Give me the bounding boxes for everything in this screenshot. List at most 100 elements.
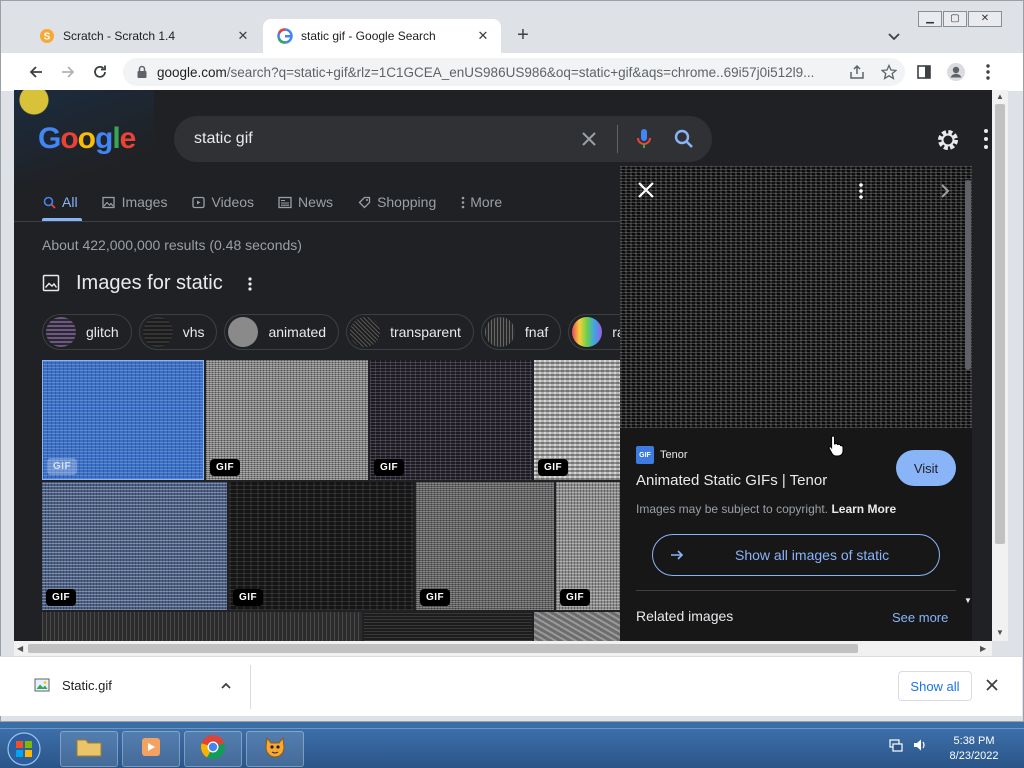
tab-more[interactable]: More — [460, 190, 502, 214]
lock-icon[interactable] — [135, 65, 149, 79]
page-viewport: Google static gif All Images Videos News… — [14, 90, 992, 641]
apps-menu-icon[interactable] — [982, 128, 990, 150]
download-item[interactable]: Static.gif — [34, 677, 112, 693]
bookmark-star-icon[interactable] — [879, 62, 899, 82]
show-all-images-button[interactable]: Show all images of static — [652, 534, 940, 576]
chip-thumbnail — [228, 317, 259, 347]
tab-label: News — [298, 194, 334, 210]
more-vert-icon[interactable] — [247, 276, 253, 292]
new-tab-button[interactable]: + — [512, 25, 534, 47]
chrome-icon — [199, 733, 227, 766]
image-result[interactable]: GIF — [416, 482, 554, 610]
back-arrow-icon[interactable] — [25, 61, 47, 83]
search-icon[interactable] — [672, 127, 696, 151]
url-text[interactable]: google.com/search?q=static+gif&rlz=1C1GC… — [157, 65, 841, 80]
chip-transparent[interactable]: transparent — [346, 314, 474, 350]
chip-glitch[interactable]: glitch — [42, 314, 132, 350]
tab-google-search[interactable]: static gif - Google Search ✕ — [263, 19, 501, 53]
horizontal-scrollbar[interactable]: ◀ ▶ — [14, 641, 992, 656]
share-icon[interactable] — [847, 62, 867, 82]
maximize-icon[interactable]: ▢ — [943, 11, 967, 27]
more-vert-icon[interactable] — [858, 182, 864, 200]
visit-button[interactable]: Visit — [896, 450, 956, 486]
image-result[interactable] — [364, 612, 532, 641]
tab-label: More — [470, 194, 503, 210]
image-result[interactable]: GIF — [206, 360, 368, 480]
profile-avatar-icon[interactable] — [945, 61, 967, 83]
image-result[interactable]: GIF — [556, 482, 620, 610]
google-doodle-logo[interactable]: Google — [38, 122, 136, 156]
image-icon — [102, 195, 116, 209]
images-heading[interactable]: Images for static — [76, 272, 223, 295]
chip-animated[interactable]: animated — [224, 314, 340, 350]
chip-thumbnail — [142, 317, 173, 347]
chip-label: fnaf — [524, 324, 549, 340]
panel-scrollbar-thumb[interactable] — [965, 180, 971, 370]
panel-scrollbar[interactable]: ▼ — [964, 166, 972, 641]
scroll-right-arrow-icon[interactable]: ▶ — [980, 644, 986, 653]
settings-gear-icon[interactable] — [936, 128, 960, 152]
scroll-down-arrow-icon[interactable]: ▼ — [964, 596, 972, 605]
image-result[interactable] — [42, 612, 362, 641]
tab-close-icon[interactable]: ✕ — [475, 28, 491, 44]
network-icon[interactable] — [888, 737, 904, 758]
forward-arrow-icon[interactable] — [57, 61, 79, 83]
side-panel-icon[interactable] — [913, 61, 935, 83]
chevron-up-icon[interactable] — [219, 679, 233, 693]
image-result[interactable]: GIF — [42, 360, 204, 480]
gif-badge: GIF — [374, 459, 405, 476]
image-result[interactable]: GIF — [534, 360, 620, 480]
media-player-taskbar-button[interactable] — [122, 731, 180, 767]
preview-title[interactable]: Animated Static GIFs | Tenor — [636, 472, 827, 489]
image-result[interactable]: GIF — [229, 482, 414, 610]
search-icon — [42, 195, 56, 209]
preview-image[interactable] — [620, 166, 972, 428]
chip-vhs[interactable]: vhs — [138, 314, 218, 350]
volume-icon[interactable] — [912, 737, 928, 758]
address-bar[interactable]: google.com/search?q=static+gif&rlz=1C1GC… — [123, 58, 905, 86]
chevron-right-icon[interactable] — [938, 182, 952, 200]
horizontal-scrollbar-thumb[interactable] — [28, 644, 858, 653]
source-site[interactable]: GIF Tenor — [636, 446, 688, 464]
search-input[interactable]: static gif — [194, 130, 577, 148]
scratch-taskbar-button[interactable] — [246, 731, 304, 767]
logo-letter: G — [38, 122, 61, 155]
minimize-icon[interactable]: ▁ — [918, 11, 942, 27]
tab-scratch[interactable]: S Scratch - Scratch 1.4 ✕ — [25, 19, 261, 53]
chip-thumbnail — [350, 317, 381, 347]
show-all-downloads-button[interactable]: Show all — [898, 671, 972, 701]
vertical-scrollbar-thumb[interactable] — [995, 104, 1005, 544]
chip-thumbnail — [484, 317, 515, 347]
close-icon[interactable] — [636, 180, 656, 200]
close-icon[interactable]: ✕ — [968, 11, 1002, 27]
vertical-scrollbar[interactable]: ▲ ▼ — [992, 90, 1008, 641]
tab-label: All — [62, 194, 78, 210]
tab-all[interactable]: All — [42, 190, 78, 214]
gif-badge: GIF — [47, 458, 78, 475]
image-result[interactable]: GIF — [42, 482, 227, 610]
tab-search-chevron-icon[interactable] — [885, 27, 903, 45]
see-more-link[interactable]: See more — [892, 610, 948, 625]
taskbar-clock[interactable]: 5:38 PM 8/23/2022 — [944, 734, 1004, 764]
search-box[interactable]: static gif — [174, 116, 712, 162]
scroll-left-arrow-icon[interactable]: ◀ — [17, 644, 23, 653]
chip-fnaf[interactable]: fnaf — [480, 314, 562, 350]
tab-videos[interactable]: Videos — [191, 190, 254, 214]
tab-images[interactable]: Images — [102, 190, 167, 214]
close-icon[interactable] — [984, 677, 1000, 693]
image-result[interactable]: GIF — [370, 360, 532, 480]
chrome-menu-icon[interactable] — [977, 61, 999, 83]
tab-news[interactable]: News — [278, 190, 333, 214]
scroll-down-arrow-icon[interactable]: ▼ — [996, 628, 1004, 637]
tab-close-icon[interactable]: ✕ — [235, 28, 251, 44]
file-explorer-taskbar-button[interactable] — [60, 731, 118, 767]
start-button[interactable] — [4, 731, 46, 767]
learn-more-link[interactable]: Learn More — [831, 502, 896, 516]
scroll-up-arrow-icon[interactable]: ▲ — [996, 92, 1004, 101]
chrome-taskbar-button[interactable] — [184, 731, 242, 767]
tab-shopping[interactable]: Shopping — [357, 190, 436, 214]
reload-icon[interactable] — [89, 61, 111, 83]
url-path: /search?q=static+gif&rlz=1C1GCEA_enUS986… — [226, 64, 815, 80]
microphone-icon[interactable] — [632, 127, 656, 151]
clear-search-icon[interactable] — [577, 127, 601, 151]
